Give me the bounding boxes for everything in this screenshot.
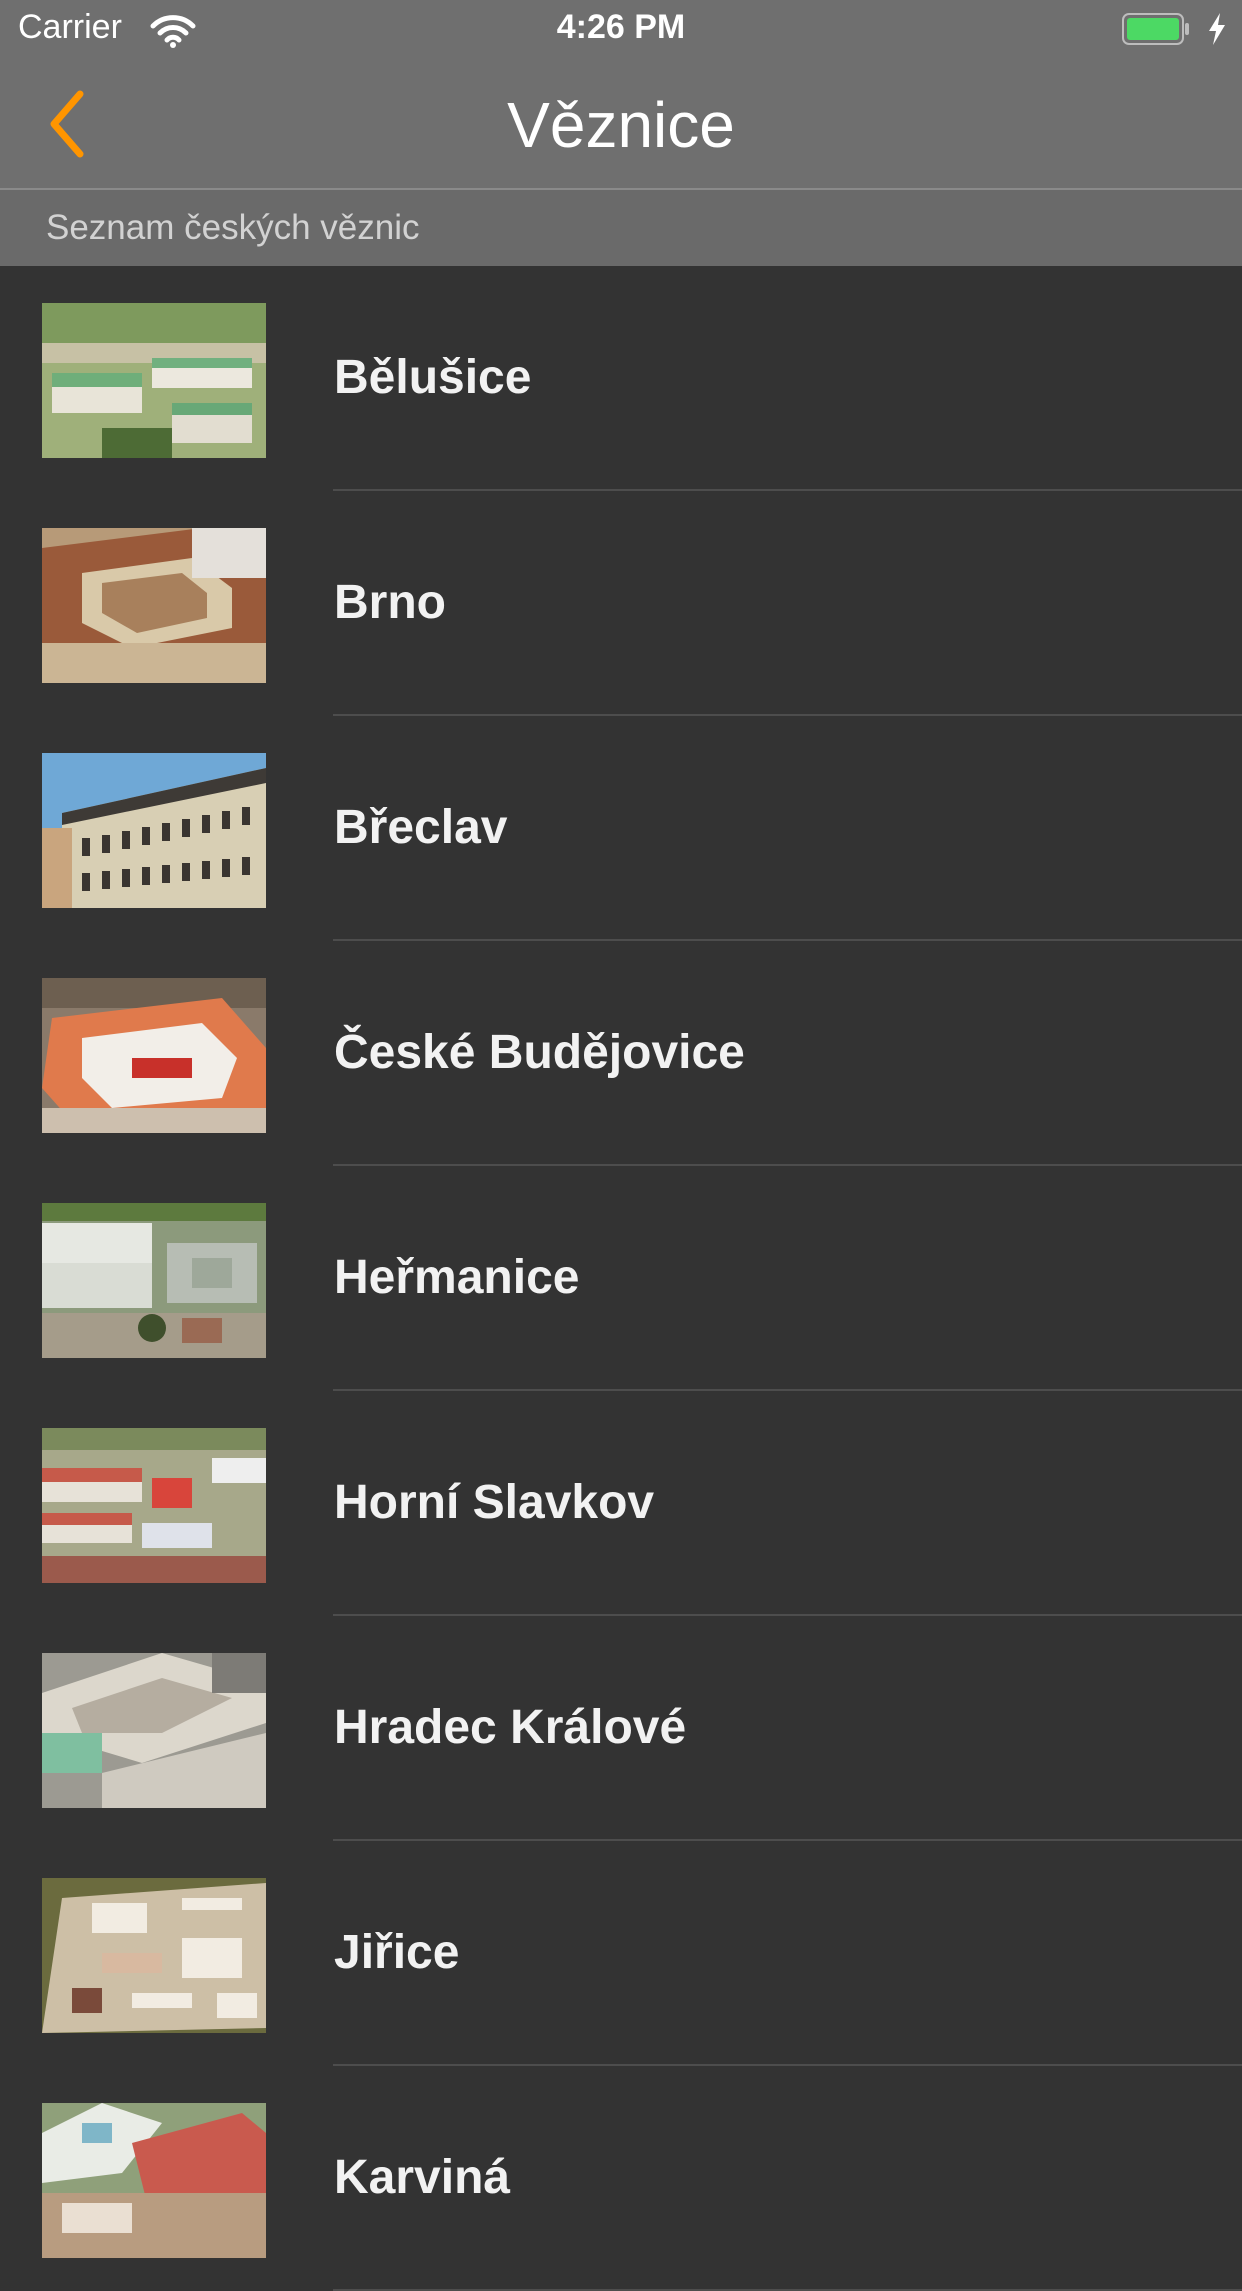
- status-time: 4:26 PM: [556, 8, 686, 46]
- prison-name: Jiřice: [334, 1926, 460, 1979]
- list-item[interactable]: Jiřice: [0, 1841, 1242, 2066]
- section-header: Seznam českých věznic: [0, 190, 1242, 266]
- prison-photo: [42, 303, 266, 458]
- prison-photo: [42, 1428, 266, 1583]
- charging-icon: [1207, 12, 1227, 46]
- prison-name: Břeclav: [334, 801, 508, 854]
- list-item[interactable]: Břeclav: [0, 716, 1242, 941]
- prison-name: Karviná: [334, 2151, 511, 2204]
- prison-photo: [42, 2103, 266, 2258]
- list-item[interactable]: Bělušice: [0, 266, 1242, 491]
- prison-name: Hradec Králové: [334, 1701, 687, 1754]
- list-item[interactable]: Brno: [0, 491, 1242, 716]
- status-bar: Carrier 4:26 PM: [0, 0, 1242, 60]
- prison-photo: [42, 753, 266, 908]
- battery-icon: [1122, 13, 1190, 45]
- prison-name: České Budějovice: [334, 1026, 745, 1079]
- navigation-bar: Věznice: [0, 60, 1242, 190]
- prison-photo: [42, 1878, 266, 2033]
- list-item[interactable]: Hradec Králové: [0, 1616, 1242, 1841]
- prison-photo: [42, 978, 266, 1133]
- prison-list: Bělušice Brno Břeclav České Budějovice H…: [0, 266, 1242, 2291]
- list-item[interactable]: Heřmanice: [0, 1166, 1242, 1391]
- prison-name: Heřmanice: [334, 1251, 580, 1304]
- prison-photo: [42, 528, 266, 683]
- prison-name: Brno: [334, 576, 446, 629]
- prison-name: Horní Slavkov: [334, 1476, 655, 1529]
- prison-name: Bělušice: [334, 351, 532, 404]
- list-item[interactable]: Karviná: [0, 2066, 1242, 2291]
- section-header-label: Seznam českých věznic: [46, 208, 420, 247]
- list-item[interactable]: České Budějovice: [0, 941, 1242, 1166]
- list-item[interactable]: Horní Slavkov: [0, 1391, 1242, 1616]
- prison-photo: [42, 1653, 266, 1808]
- page-title: Věznice: [507, 89, 735, 161]
- prison-photo: [42, 1203, 266, 1358]
